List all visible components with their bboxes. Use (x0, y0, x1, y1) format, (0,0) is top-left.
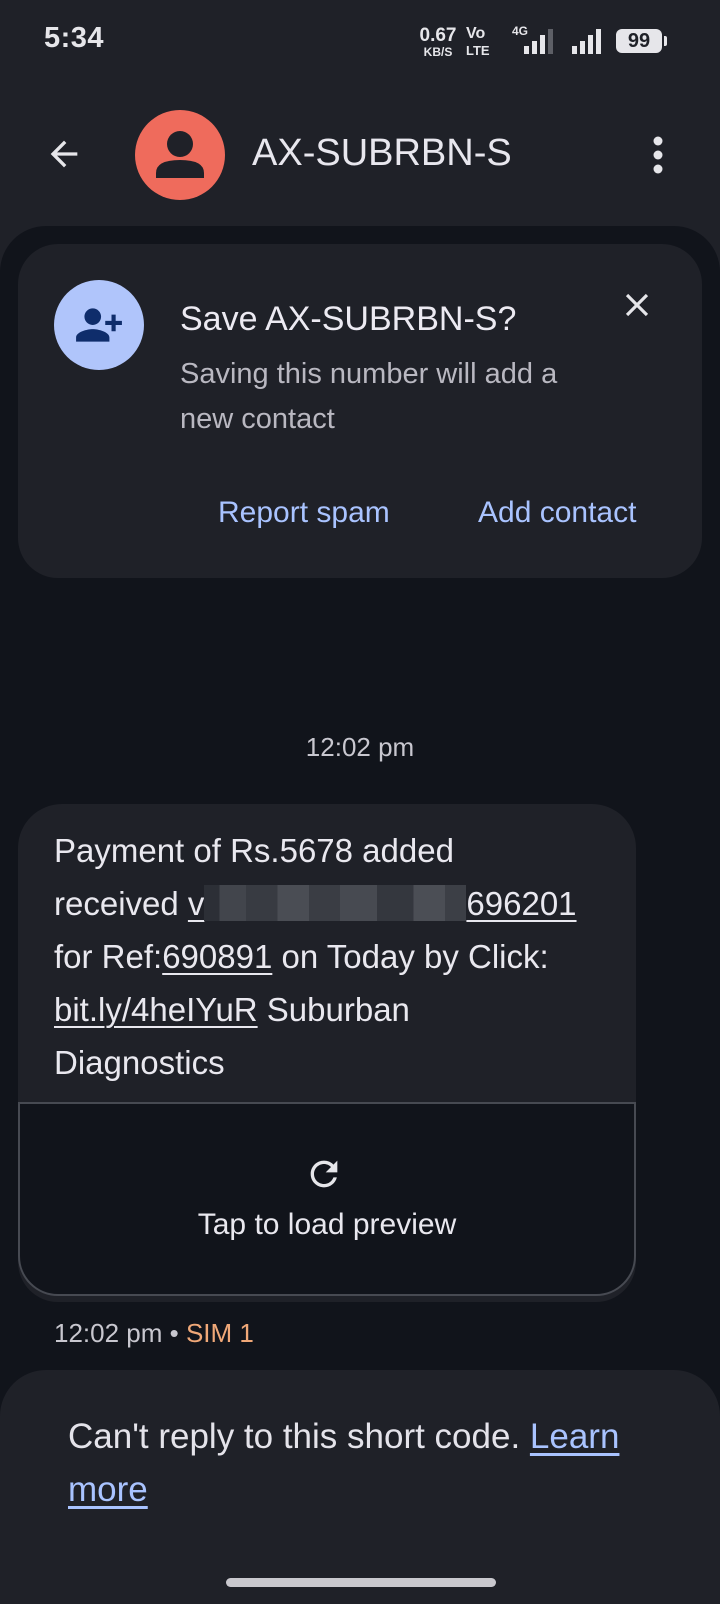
tap-to-load-preview-label: Tap to load preview (197, 1208, 457, 1241)
message-line-2-prefix: received (54, 885, 188, 922)
close-icon (625, 293, 649, 317)
dismiss-card-button[interactable] (614, 282, 660, 328)
add-contact-avatar (54, 280, 144, 370)
save-contact-subtitle: Saving this number will add a new contac… (180, 358, 558, 435)
home-indicator[interactable] (226, 1578, 496, 1587)
link-preview-button[interactable]: Tap to load preview (18, 1102, 636, 1296)
person-add-icon (76, 308, 122, 342)
refresh-icon (310, 1160, 338, 1188)
ref-number-link[interactable]: 690891 (162, 938, 272, 975)
save-contact-card: Save AX-SUBRBN-S? Saving this number wil… (18, 244, 702, 578)
message-timestamp: 12:02 pm (305, 732, 415, 762)
message-line-5: Diagnostics (54, 1044, 225, 1081)
volte-indicator: Vo LTE (466, 25, 490, 58)
reply-notice-message: Can't reply to this short code. (68, 1417, 530, 1456)
sim-label: SIM 1 (185, 1318, 254, 1348)
message-bubble[interactable]: Payment of Rs.5678 added received v 69620… (18, 804, 636, 1302)
message-link-start[interactable]: v (188, 885, 205, 922)
report-spam-button[interactable]: Report spam (218, 496, 390, 530)
signal-strength-icon-sim2 (572, 29, 601, 54)
message-text: Payment of Rs.5678 added received v 69620… (54, 824, 614, 1089)
network-speed-value: 0.67 (419, 25, 457, 46)
network-speed-unit: KB/S (423, 45, 453, 59)
status-bar: 5:34 0.67 KB/S Vo LTE 4G 99 (0, 0, 720, 84)
message-meta-time: 12:02 pm (54, 1318, 163, 1348)
reply-notice-panel: Can't reply to this short code. Learn mo… (0, 1370, 720, 1604)
message-line-3-prefix: for Ref: (54, 938, 163, 975)
meta-separator: • (162, 1318, 186, 1348)
back-button[interactable] (36, 126, 92, 182)
volte-bottom: LTE (466, 43, 490, 58)
short-url-link[interactable]: bit.ly/4heIYuR (54, 991, 258, 1028)
message-line-1: Payment of Rs.5678 added (54, 832, 454, 869)
battery-icon: 99 (616, 29, 667, 53)
volte-top: Vo (466, 25, 486, 42)
contact-avatar[interactable] (135, 110, 225, 200)
reply-notice-text: Can't reply to this short code. Learn mo… (68, 1410, 668, 1516)
signal-strength-icon (524, 29, 553, 54)
arrow-back-icon (50, 140, 78, 168)
redacted-text (204, 885, 467, 921)
network-speed: 0.67 KB/S (414, 26, 462, 58)
message-line-3-suffix: on Today by Click: (272, 938, 549, 975)
more-options-button[interactable] (640, 132, 676, 178)
save-contact-title: Save AX-SUBRBN-S? (180, 300, 517, 338)
message-line-4-suffix: Suburban (257, 991, 410, 1028)
message-line-3: for Ref:690891 on Today by Click: (54, 930, 614, 983)
more-vert-icon (653, 136, 663, 174)
message-line-2: received v 696201 (54, 877, 614, 930)
add-contact-button[interactable]: Add contact (478, 496, 636, 530)
message-line-4: bit.ly/4heIYuR Suburban (54, 983, 614, 1036)
battery-level: 99 (627, 30, 651, 52)
top-app-bar: AX-SUBRBN-S (0, 96, 720, 212)
message-link-end[interactable]: 696201 (466, 885, 576, 922)
contact-title: AX-SUBRBN-S (252, 132, 512, 174)
person-icon (156, 131, 204, 178)
message-meta: 12:02 pm • SIM 1 (54, 1318, 254, 1349)
status-time: 5:34 (44, 22, 105, 54)
